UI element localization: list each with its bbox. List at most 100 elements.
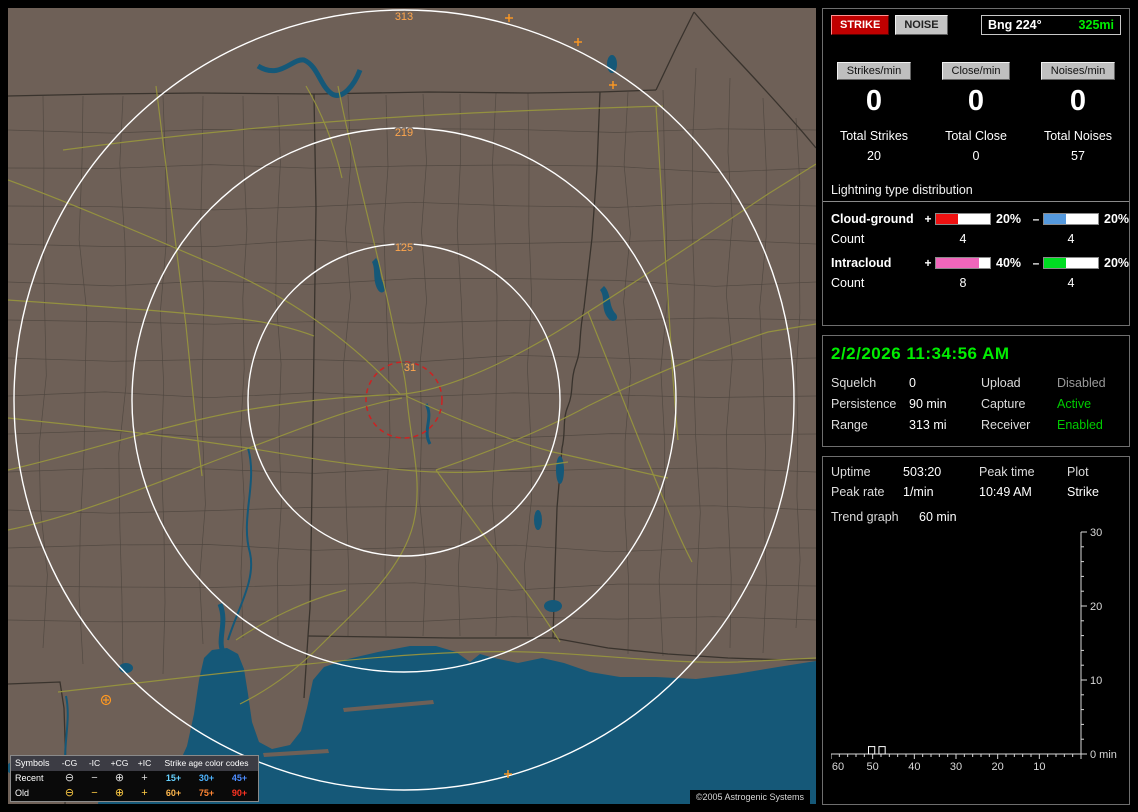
intracloud-label: Intracloud (831, 256, 892, 271)
rate-counters: Strikes/min 0 Total Strikes 20 Close/min… (823, 61, 1129, 163)
range-value: 313 mi (909, 418, 947, 432)
persistence-label: Persistence (831, 397, 897, 411)
age-75: 75+ (198, 788, 215, 798)
range-ring-label: 313 (395, 11, 413, 23)
map-svg: 313 219 125 31 (8, 8, 816, 804)
mobile-delta (217, 603, 227, 656)
capture-label: Capture (981, 397, 1026, 411)
total-close-value: 0 (972, 149, 980, 164)
squelch-label: Squelch (831, 376, 877, 390)
uptime-value: 503:20 (903, 465, 942, 479)
close-per-min-value: 0 (967, 85, 985, 118)
svg-text:40: 40 (908, 761, 920, 773)
svg-text:10: 10 (1090, 675, 1102, 687)
receiver-value: Enabled (1057, 418, 1103, 432)
neg-ic-recent-icon: − (91, 772, 98, 784)
svg-text:30: 30 (1090, 527, 1102, 539)
total-strikes-value: 20 (867, 149, 881, 164)
peak-rate-value: 1/min (903, 485, 934, 499)
neg-cg-old-icon: ⊖ (64, 787, 75, 799)
svg-text:20: 20 (992, 761, 1004, 773)
copyright-label: ©2005 Astrogenic Systems (689, 790, 810, 804)
trend-graph: 10 20 30 60 50 40 30 20 10 0 min (831, 527, 1117, 773)
plus-sign: + (924, 212, 932, 227)
legend-old-row: Old ⊖ − ⊕ + 60+ 75+ 90+ (11, 786, 258, 801)
svg-text:10: 10 (1033, 761, 1045, 773)
range-label: Range (831, 418, 868, 432)
strikes-per-min-value: 0 (865, 85, 883, 118)
peak-time-value: 10:49 AM (979, 485, 1032, 499)
total-close-label: Total Close (945, 129, 1007, 144)
upload-label: Upload (981, 376, 1021, 390)
legend-type-neg-ic: -IC (88, 758, 101, 769)
pos-ic-old-icon: + (141, 787, 148, 799)
pos-ic-recent-icon: + (141, 772, 148, 784)
age-90: 90+ (231, 788, 248, 798)
noises-per-min-value: 0 (1069, 85, 1087, 118)
ic-plus-bar (935, 257, 991, 270)
ic-minus-bar (1043, 257, 1099, 270)
ic-plus-count: 8 (959, 276, 967, 291)
squelch-value: 0 (909, 376, 916, 390)
app-window: 313 219 125 31 Symbols -CG -IC +CG +IC S… (0, 0, 1138, 812)
ic-minus-percent: 20% (1104, 256, 1130, 271)
lake-eufaula (556, 456, 564, 484)
strikes-counter-col: Strikes/min 0 Total Strikes 20 (823, 61, 925, 163)
age-45: 45+ (231, 773, 248, 783)
trend-graph-label: Trend graph (831, 510, 899, 524)
legend-recent-row: Recent ⊖ − ⊕ + 15+ 30+ 45+ (11, 771, 258, 786)
distribution-title: Lightning type distribution (823, 183, 1129, 203)
noises-counter-col: Noises/min 0 Total Noises 57 (1027, 61, 1129, 163)
lake-seminole (544, 600, 562, 612)
strikes-per-min-chip[interactable]: Strikes/min (836, 62, 912, 81)
ic-count-label: Count (831, 276, 865, 291)
receiver-label: Receiver (981, 418, 1031, 432)
legend-type-pos-cg: +CG (110, 758, 129, 769)
svg-text:0 min: 0 min (1090, 749, 1117, 761)
pos-cg-old-icon: ⊕ (114, 787, 125, 799)
range-ring-label: 31 (404, 362, 416, 374)
minus-sign: – (1032, 256, 1040, 271)
peak-rate-label: Peak rate (831, 485, 885, 499)
capture-value: Active (1057, 397, 1092, 411)
plus-sign: + (924, 256, 932, 271)
counters-panel: STRIKE NOISE Bng 224° 325mi Strikes/min … (822, 8, 1130, 326)
lightning-map: 313 219 125 31 Symbols -CG -IC +CG +IC S… (8, 8, 816, 804)
noise-toggle-button[interactable]: NOISE (895, 15, 948, 36)
cg-plus-count: 4 (959, 232, 967, 247)
legend-symbols-header: Symbols (15, 758, 50, 768)
neg-cg-recent-icon: ⊖ (64, 772, 75, 784)
range-ring-label: 125 (395, 242, 413, 254)
cg-minus-bar (1043, 213, 1099, 226)
upload-value: Disabled (1057, 376, 1106, 390)
total-noises-label: Total Noises (1043, 129, 1113, 144)
intracloud-distribution: Intracloud + 40% – 20% Count 8 4 (831, 256, 1129, 291)
trend-graph-header: Trend graph 60 min (831, 510, 1121, 524)
legend-type-pos-ic: +IC (137, 758, 152, 769)
age-30: 30+ (198, 773, 215, 783)
uptime-label: Uptime (831, 465, 871, 479)
ic-plus-percent: 40% (996, 256, 1022, 271)
noises-per-min-chip[interactable]: Noises/min (1040, 62, 1116, 81)
svg-text:30: 30 (950, 761, 962, 773)
cg-plus-percent: 20% (996, 212, 1022, 227)
minus-sign: – (1032, 212, 1040, 227)
map-legend: Symbols -CG -IC +CG +IC Strike age color… (10, 755, 259, 802)
status-grid: Squelch 0 Upload Disabled Persistence 90… (831, 376, 1121, 432)
pos-cg-recent-icon: ⊕ (114, 772, 125, 784)
cg-count-label: Count (831, 232, 865, 247)
neg-ic-old-icon: − (91, 787, 98, 799)
strike-toggle-button[interactable]: STRIKE (831, 15, 890, 36)
close-per-min-chip[interactable]: Close/min (941, 62, 1011, 81)
range-ring-label: 219 (395, 127, 413, 139)
status-panel: 2/2/2026 11:34:56 AM Squelch 0 Upload Di… (822, 335, 1130, 447)
bearing-display: Bng 224° 325mi (981, 15, 1121, 36)
svg-text:20: 20 (1090, 601, 1102, 613)
legend-type-neg-cg: -CG (61, 758, 78, 769)
uptime-stats: Uptime 503:20 Peak time Plot Peak rate 1… (831, 465, 1121, 499)
side-panel: STRIKE NOISE Bng 224° 325mi Strikes/min … (822, 8, 1130, 805)
plot-mode-value: Strike (1067, 485, 1099, 499)
cg-plus-bar (935, 213, 991, 226)
age-15: 15+ (165, 773, 182, 783)
svg-text:50: 50 (867, 761, 879, 773)
